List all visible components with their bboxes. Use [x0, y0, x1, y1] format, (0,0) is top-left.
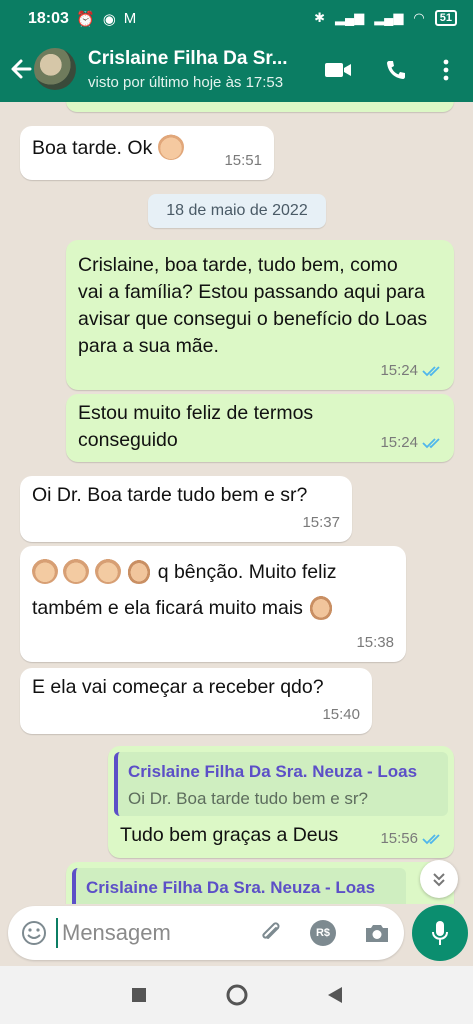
system-navigation-bar — [0, 966, 473, 1024]
message-input-bar: Mensagem R$ — [8, 906, 404, 960]
message-bubble-outgoing[interactable]: Estou muito feliz de termos conseguido 1… — [66, 394, 454, 462]
chrome-icon: ◉ — [102, 11, 116, 28]
message-time: 15:37 — [302, 514, 340, 531]
message-time: 15:24 — [380, 434, 418, 451]
message-meta: 15:37 — [302, 509, 340, 536]
contact-name[interactable]: Crislaine Filha Da Sr... — [88, 48, 308, 70]
signal-icon-2: ▂▄▆ — [374, 10, 404, 25]
message-line-2: também e ela ficará muito mais — [32, 594, 394, 622]
message-bubble-outgoing-reply[interactable]: Crislaine Filha Da Sra. Neuza - Loas Oi … — [108, 746, 454, 858]
status-time: 18:03 — [28, 10, 69, 27]
status-notification-icons: ⏰ ◉ M — [76, 10, 136, 28]
message-text: q bênção. Muito feliz — [157, 561, 337, 583]
folded-hands-emoji-icon — [126, 558, 153, 584]
clapping-hands-emoji-icon — [94, 558, 121, 584]
message-meta: 15:40 — [322, 701, 360, 728]
home-button[interactable] — [224, 982, 250, 1008]
quoted-message[interactable]: Crislaine Filha Da Sra. Neuza - Loas Oi … — [114, 752, 448, 816]
chat-area[interactable]: Boa tarde. Ok 15:51 18 de maio de 2022 C… — [0, 102, 473, 904]
message-text: Tudo bem graças a Deus — [120, 824, 339, 846]
message-text: Oi Dr. Boa tarde tudo bem e sr? — [32, 484, 308, 506]
payment-button[interactable]: R$ — [308, 918, 338, 948]
gmail-icon: M — [123, 10, 137, 27]
message-bubble-cutoff[interactable] — [66, 102, 454, 112]
message-meta: 15:56 — [380, 825, 442, 852]
quoted-text: Oi Dr. Boa tarde tudo bem e sr? — [128, 789, 369, 808]
message-input[interactable]: Mensagem — [56, 918, 171, 948]
wifi-icon: ◠ — [413, 10, 425, 25]
scroll-to-bottom-button[interactable] — [420, 860, 458, 898]
attach-icon[interactable] — [256, 918, 286, 948]
message-text: E ela vai começar a receber qdo? — [32, 676, 324, 698]
chat-header: Crislaine Filha Da Sr... visto por últim… — [0, 40, 473, 102]
message-meta: 15:24 — [380, 429, 442, 456]
voice-message-button[interactable] — [412, 905, 468, 961]
status-system-icons: ✱ ▂▄▆ ▂▄▆ ◠ 51 — [314, 10, 457, 26]
message-text: também e ela ficará muito mais — [32, 597, 303, 619]
message-line-1: q bênção. Muito feliz — [32, 558, 394, 586]
contact-last-seen: visto por último hoje às 17:53 — [88, 74, 284, 91]
currency-icon: R$ — [310, 920, 336, 946]
voice-call-icon[interactable] — [380, 54, 412, 86]
video-call-icon[interactable] — [322, 54, 354, 86]
back-arrow-icon[interactable] — [8, 54, 36, 84]
message-time: 15:38 — [356, 634, 394, 651]
clapping-hands-emoji-icon — [32, 558, 58, 584]
message-meta: 15:24 — [380, 357, 442, 384]
read-ticks-icon — [422, 437, 440, 448]
camera-icon[interactable] — [362, 918, 392, 948]
message-time: 15:24 — [380, 362, 418, 379]
message-time: 15:56 — [380, 830, 418, 847]
quoted-sender-name: Crislaine Filha Da Sra. Neuza - Loas — [86, 878, 376, 897]
microphone-icon — [432, 921, 448, 945]
message-bubble-outgoing[interactable]: Crislaine, boa tarde, tudo bem, como vai… — [66, 240, 454, 390]
battery-icon: 51 — [434, 10, 457, 26]
message-bubble-incoming[interactable]: E ela vai começar a receber qdo? 15:40 — [20, 668, 372, 734]
emoji-icon[interactable] — [20, 919, 48, 947]
message-time: 15:51 — [224, 152, 262, 169]
message-bubble-incoming[interactable]: q bênção. Muito feliz também e ela ficar… — [20, 546, 406, 662]
date-divider: 18 de maio de 2022 — [148, 194, 326, 228]
message-bubble-incoming[interactable]: Boa tarde. Ok 15:51 — [20, 126, 274, 180]
contact-avatar[interactable] — [34, 48, 76, 90]
more-options-icon[interactable] — [430, 54, 462, 86]
quoted-message[interactable]: Crislaine Filha Da Sra. Neuza - Loas — [72, 868, 406, 904]
signal-icon: ▂▄▆ — [334, 10, 365, 25]
status-bar: 18:03 ⏰ ◉ M ✱ ▂▄▆ ▂▄▆ ◠ 51 — [0, 0, 473, 40]
quoted-sender-name: Crislaine Filha Da Sra. Neuza - Loas — [128, 762, 418, 781]
folded-hands-emoji-icon — [308, 594, 335, 620]
message-bubble-outgoing-reply[interactable]: Crislaine Filha Da Sra. Neuza - Loas — [66, 862, 454, 904]
read-ticks-icon — [422, 833, 440, 844]
message-text: Crislaine, boa tarde, tudo bem, como vai… — [78, 254, 428, 357]
message-time: 15:40 — [322, 706, 360, 723]
recent-apps-button[interactable] — [126, 982, 152, 1008]
clapping-hands-emoji-icon — [63, 558, 90, 584]
alarm-icon: ⏰ — [76, 11, 95, 28]
message-text: Boa tarde. Ok — [32, 137, 153, 159]
back-button[interactable] — [322, 982, 348, 1008]
message-meta: 15:51 — [224, 147, 262, 174]
read-ticks-icon — [422, 365, 440, 376]
thumbs-up-emoji-icon — [157, 134, 184, 160]
message-bubble-incoming[interactable]: Oi Dr. Boa tarde tudo bem e sr? 15:37 — [20, 476, 352, 542]
bluetooth-icon: ✱ — [314, 10, 325, 25]
message-text: Estou muito feliz de termos conseguido — [78, 402, 314, 451]
message-meta: 15:38 — [356, 629, 394, 656]
double-chevron-down-icon — [433, 873, 445, 887]
